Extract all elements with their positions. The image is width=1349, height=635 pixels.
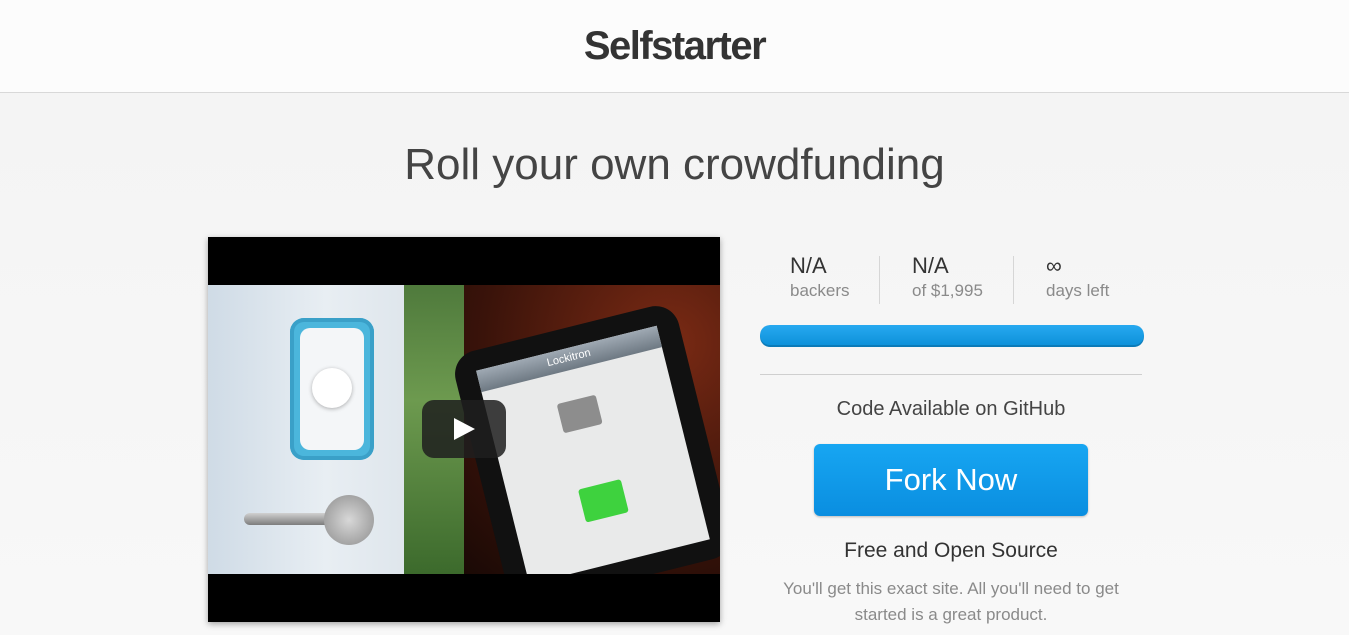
page-headline: Roll your own crowdfunding bbox=[404, 140, 945, 189]
days-label: days left bbox=[1046, 281, 1110, 300]
video-player[interactable]: Lockitron bbox=[208, 237, 720, 622]
locked-padlock-icon bbox=[577, 479, 629, 523]
open-source-description: You'll get this exact site. All you'll n… bbox=[783, 579, 1119, 624]
stat-days-left: ∞ days left bbox=[1046, 252, 1109, 304]
open-source-title: Free and Open Source bbox=[844, 539, 1058, 562]
smart-lock-device bbox=[290, 318, 374, 460]
door-image bbox=[208, 285, 404, 574]
stat-divider bbox=[879, 256, 880, 304]
play-button[interactable] bbox=[422, 400, 506, 458]
divider bbox=[760, 374, 1142, 375]
site-header: Selfstarter bbox=[0, 0, 1349, 93]
backers-value: N/A bbox=[790, 253, 827, 278]
raised-value: N/A bbox=[912, 253, 949, 278]
campaign-stats: N/A backers N/A of $1,995 ∞ days left bbox=[760, 252, 1144, 312]
funding-progress-fill bbox=[760, 325, 1144, 347]
stat-raised: N/A of $1,995 bbox=[912, 252, 983, 304]
fork-now-button[interactable]: Fork Now bbox=[814, 444, 1088, 516]
github-availability-text: Code Available on GitHub bbox=[836, 398, 1066, 420]
stat-backers: N/A backers bbox=[790, 252, 850, 304]
lock-knob bbox=[312, 368, 352, 408]
days-value: ∞ bbox=[1046, 253, 1062, 278]
stat-divider bbox=[1013, 256, 1014, 304]
unlocked-padlock-icon bbox=[556, 394, 603, 434]
backers-label: backers bbox=[790, 281, 850, 300]
funding-progress-bar bbox=[760, 325, 1144, 347]
site-logo[interactable]: Selfstarter bbox=[584, 24, 767, 69]
raised-label: of $1,995 bbox=[912, 281, 983, 300]
phone-screen: Lockitron bbox=[476, 325, 710, 574]
play-icon bbox=[454, 418, 475, 440]
door-handle-rose bbox=[324, 495, 374, 545]
